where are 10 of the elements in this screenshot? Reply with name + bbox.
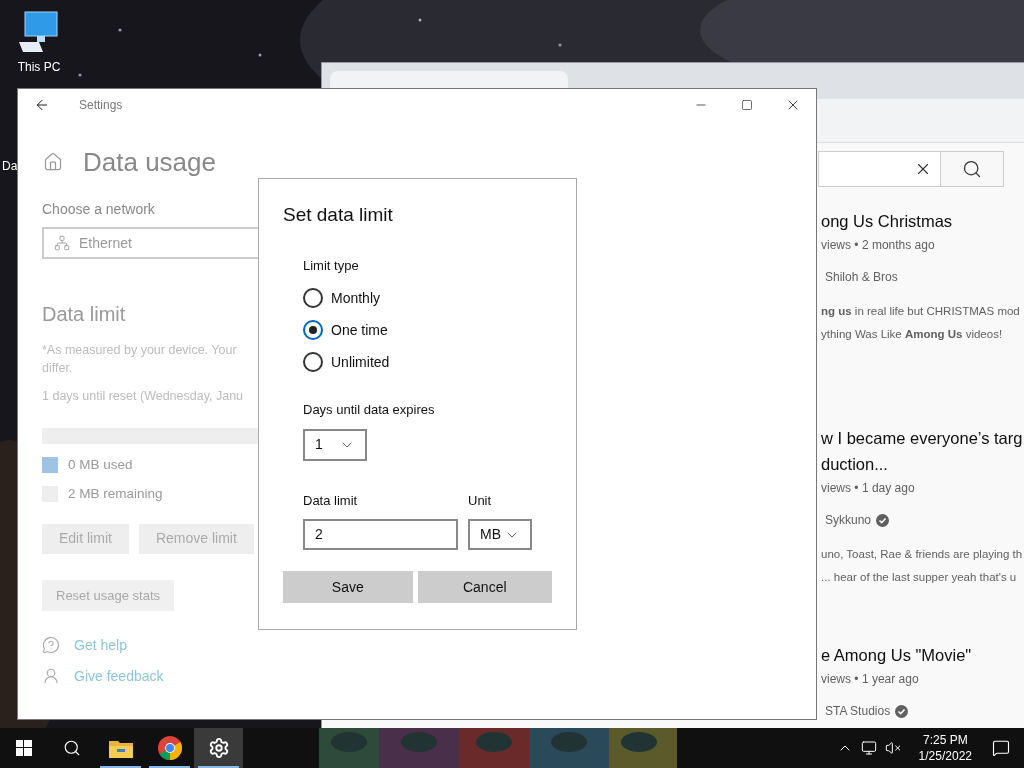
volume-muted-icon[interactable] [884, 740, 901, 756]
folder-icon [108, 738, 133, 758]
clock[interactable]: 7:25 PM 1/25/2022 [912, 732, 978, 764]
network-icon[interactable] [860, 740, 877, 756]
chrome-icon [157, 736, 182, 760]
search-icon [63, 739, 81, 757]
gear-icon [207, 737, 230, 759]
notification-icon[interactable] [992, 739, 1010, 757]
windows-logo-icon [16, 740, 32, 756]
taskbar-app-button[interactable] [194, 728, 243, 768]
